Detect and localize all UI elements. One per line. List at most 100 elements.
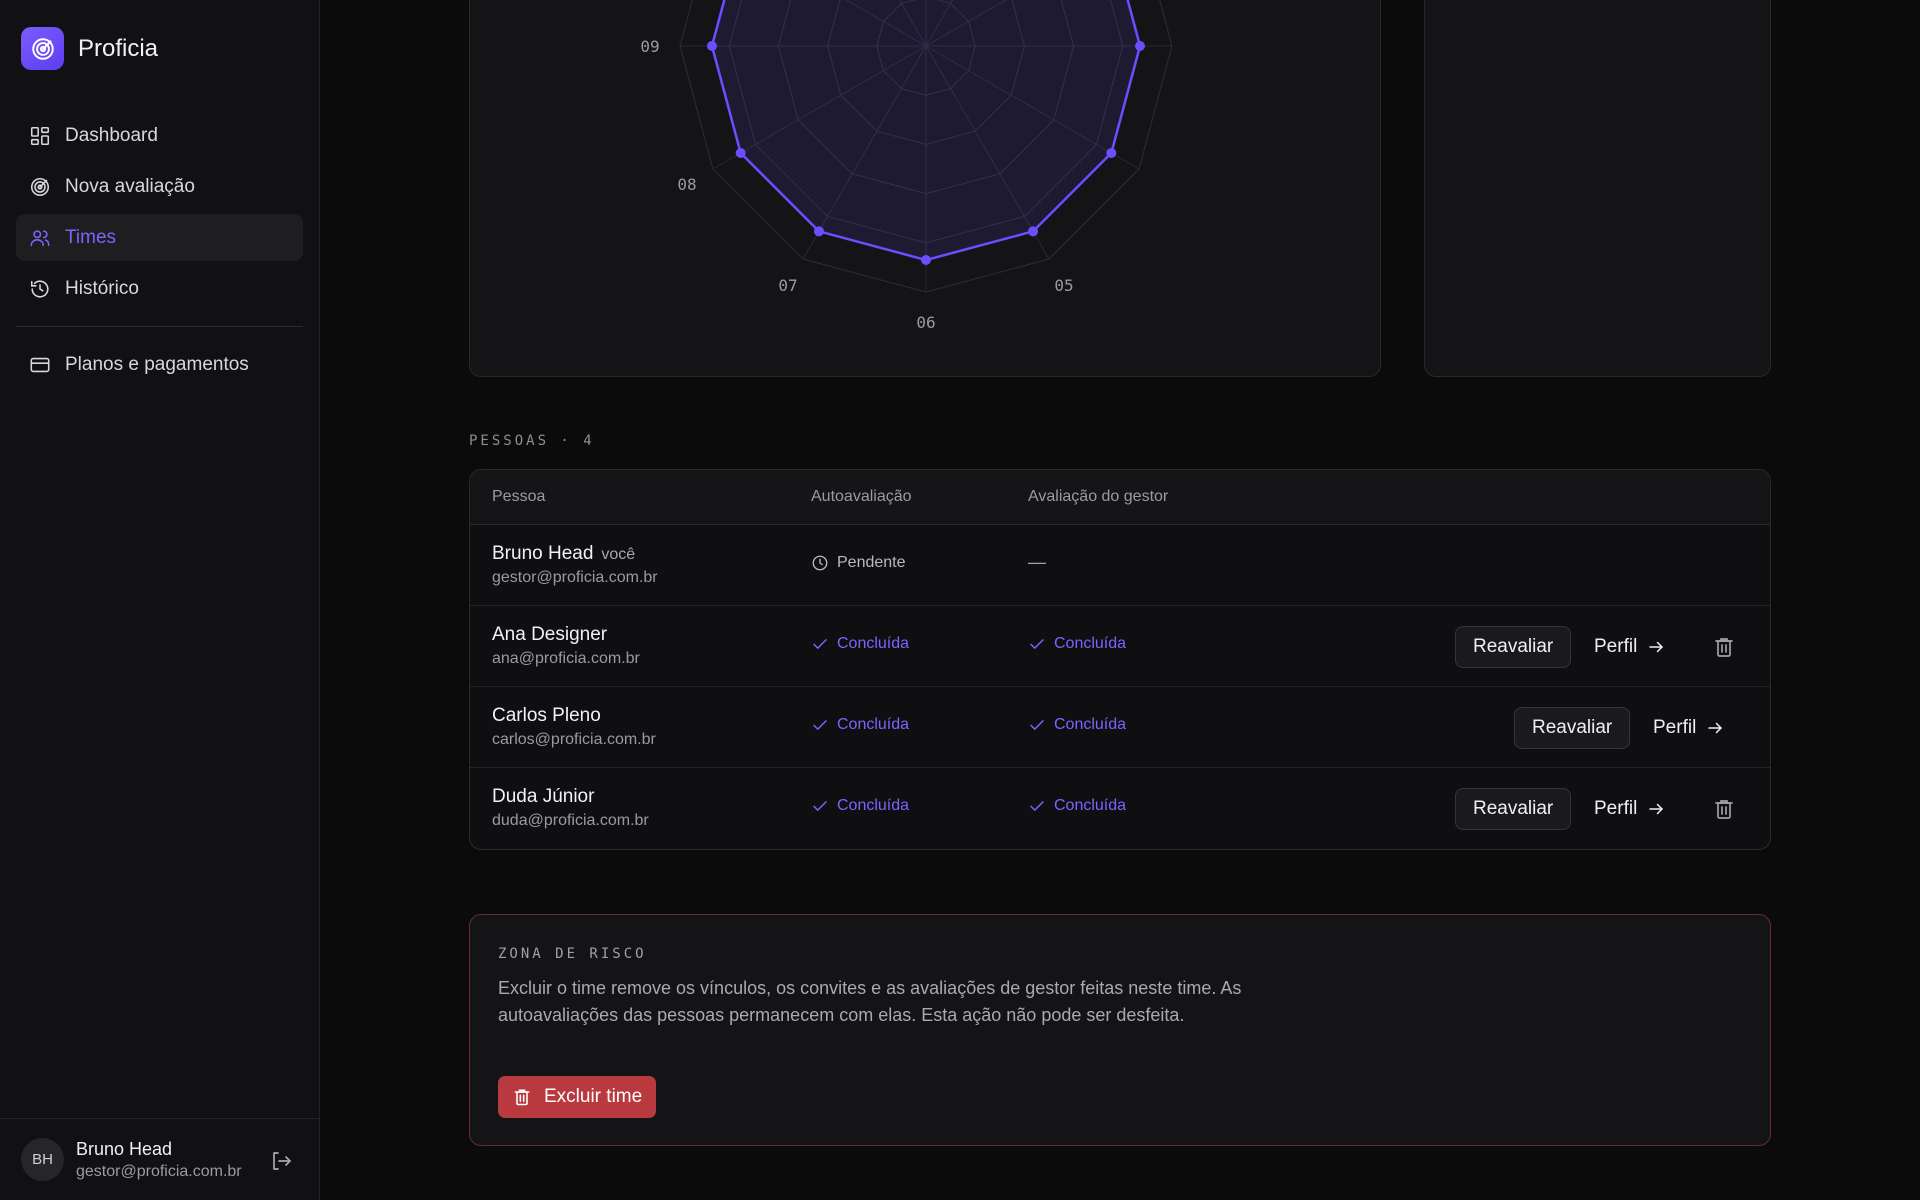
radar-chart: 05060708091011 [640,0,1173,332]
delete-team-button[interactable]: Excluir time [498,1076,657,1118]
person-email: gestor@proficia.com.br [492,569,658,586]
nav-item-planos[interactable]: Planos e pagamentos [16,341,303,388]
nav-item-label: Times [65,226,117,248]
brand-logo-icon [21,27,64,70]
danger-zone-text: Excluir o time remove os vínculos, os co… [498,978,1242,1025]
radar-point [813,226,824,237]
radar-axis-label: 07 [778,276,797,295]
check-icon [813,801,827,811]
radar-axis-label: 05 [1054,276,1073,295]
nav-item-historico[interactable]: Histórico [16,265,303,312]
radar-axis-label: 09 [640,37,659,56]
status-text: Concluída [837,635,910,652]
table-row: Bruno Head você gestor@proficia.com.br Pe… [470,525,1770,606]
arrow-right-icon [1649,803,1664,815]
status-text: Pendente [837,554,906,571]
user-name: Bruno Head [76,1138,173,1159]
person-cell: Ana Designer ana@proficia.com.br [492,624,640,668]
radar-axis-label: 06 [916,313,935,332]
history-icon [30,279,49,298]
nav-item-label: Histórico [65,277,139,299]
nav-divider [16,326,303,327]
status-text: Concluída [1054,716,1127,733]
person-name: Ana Designer [492,624,608,645]
side-card [1424,0,1771,377]
self-status: Concluída [811,635,909,653]
people-table: Pessoa Autoavaliação Avaliação do gestor… [469,469,1771,850]
table-row: Carlos Pleno carlos@proficia.com.br Conc… [470,687,1770,768]
nav-item-label: Planos e pagamentos [65,353,249,375]
person-cell: Carlos Pleno carlos@proficia.com.br [492,705,656,749]
main-nav: Dashboard Nova avaliação Times Histórico… [16,112,303,392]
avatar: BH [21,1138,64,1181]
reassess-button[interactable]: Reavaliar [1455,788,1572,830]
radar-point [735,148,746,159]
radar-chart-card: 05060708091011 [469,0,1381,377]
nav-item-label: Nova avaliação [65,175,195,197]
app-root: Proficia Dashboard Nova avaliação Times … [0,0,1920,1200]
self-status: Pendente [811,554,906,572]
radar-point [1028,226,1039,237]
column-header-manager: Avaliação do gestor [1028,488,1169,505]
user-info: Bruno Head gestor@proficia.com.br [76,1139,242,1181]
users-icon [30,229,50,246]
brand[interactable]: Proficia [21,27,158,70]
column-header-self: Autoavaliação [811,488,912,505]
profile-label: Perfil [1653,717,1697,738]
profile-label: Perfil [1594,798,1638,819]
check-icon [813,720,827,730]
check-icon [813,639,827,649]
danger-zone: ZONA DE RISCO Excluir o time remove os v… [469,914,1771,1146]
nav-item-dashboard[interactable]: Dashboard [16,112,303,159]
status-text: Concluída [837,797,910,814]
status-text: Concluída [1054,797,1127,814]
reassess-button[interactable]: Reavaliar [1514,707,1631,749]
manager-status: Concluída [1028,797,1126,815]
check-icon [1030,720,1044,730]
radar-series-line [710,0,1142,262]
status-text: Concluída [837,716,910,733]
person-email: duda@proficia.com.br [492,812,649,829]
logout-icon[interactable] [269,1149,293,1173]
arrow-right-icon [1649,641,1664,653]
person-cell: Duda Júnior duda@proficia.com.br [492,786,649,830]
table-header: Pessoa Autoavaliação Avaliação do gestor [470,470,1770,525]
nav-item-nova-avaliacao[interactable]: Nova avaliação [16,163,303,210]
trash-icon [514,1089,530,1106]
trash-icon[interactable] [1712,797,1736,821]
profile-link[interactable]: Perfil [1653,707,1724,749]
people-section-label: PESSOAS · 4 [469,433,595,449]
person-name: Duda Júnior [492,786,595,807]
reassess-button[interactable]: Reavaliar [1455,626,1572,668]
arrow-right-icon [1708,722,1723,734]
user-panel: BH Bruno Head gestor@proficia.com.br [0,1118,320,1200]
person-name: Bruno Head [492,543,594,564]
column-header-person: Pessoa [492,488,546,505]
brand-name: Proficia [78,34,159,62]
person-cell: Bruno Head você gestor@proficia.com.br [492,543,658,587]
user-email: gestor@proficia.com.br [76,1162,242,1180]
trash-icon[interactable] [1712,635,1736,659]
credit-card-icon [30,357,50,372]
table-row: Duda Júnior duda@proficia.com.br Concluí… [470,768,1770,849]
target-icon [30,177,50,196]
profile-label: Perfil [1594,636,1638,657]
sidebar: Proficia Dashboard Nova avaliação Times … [0,0,320,1200]
radar-axis-label: 08 [677,175,696,194]
self-status: Concluída [811,716,909,734]
profile-link[interactable]: Perfil [1594,626,1665,668]
person-email: carlos@proficia.com.br [492,731,656,748]
danger-zone-title: ZONA DE RISCO [498,946,647,962]
table-row: Ana Designer ana@proficia.com.br Concluí… [470,606,1770,687]
radar-point [706,41,717,51]
nav-item-times[interactable]: Times [16,214,303,261]
person-email: ana@proficia.com.br [492,650,640,667]
radar-point [1106,148,1117,159]
profile-link[interactable]: Perfil [1594,788,1665,830]
you-tag: você [601,546,636,563]
status-text: Concluída [1054,635,1127,652]
radar-point [1135,41,1146,51]
check-icon [1030,801,1044,811]
dashboard-icon [30,126,50,145]
manager-status: Concluída [1028,716,1126,734]
